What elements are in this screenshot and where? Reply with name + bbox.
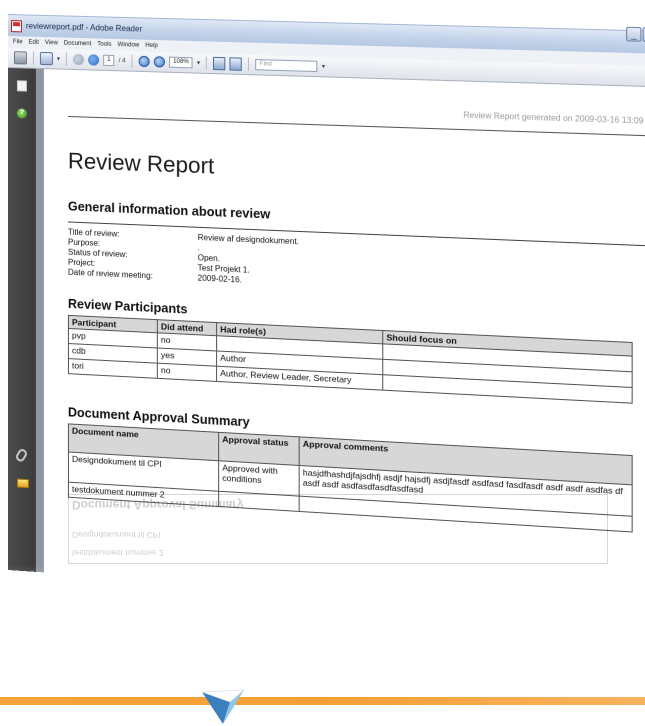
participants-table: Participant Did attend Had role(s) Shoul…: [68, 315, 633, 404]
toolbar-separator: [131, 54, 133, 68]
zoom-out-icon[interactable]: [138, 55, 150, 68]
report-generated-header: Review Report generated on 2009-03-16 13…: [463, 110, 644, 126]
minimize-button[interactable]: _: [626, 26, 642, 42]
menu-help[interactable]: Help: [145, 43, 158, 49]
page-total: / 4: [118, 57, 126, 64]
toolbar-separator: [65, 52, 67, 66]
info-value: 2009-02-16.: [197, 273, 242, 285]
menu-edit[interactable]: Edit: [29, 40, 39, 46]
window-reflection: testdokument nummer 2 Designdokument til…: [8, 470, 645, 570]
fit-page-icon[interactable]: [213, 56, 226, 71]
general-info-heading: General information about review: [67, 199, 271, 222]
find-input[interactable]: Find: [255, 59, 318, 73]
previous-page-icon[interactable]: [72, 53, 85, 66]
table-cell: tori: [68, 358, 158, 379]
window-title: reviewreport.pdf - Adobe Reader: [25, 21, 143, 34]
orange-banner: [0, 697, 645, 705]
fit-width-icon[interactable]: [229, 57, 243, 71]
menu-tools[interactable]: Tools: [97, 41, 111, 47]
reflection-text: testdokument nummer 2: [72, 548, 164, 558]
window-controls: _ □ ×: [626, 26, 645, 43]
info-value: .: [197, 243, 200, 253]
screenshot-stage: reviewreport.pdf - Adobe Reader _ □ × Fi…: [0, 0, 645, 726]
report-title: Review Report: [67, 148, 215, 179]
attachments-icon[interactable]: [14, 447, 29, 464]
company-logo: [201, 689, 245, 724]
next-page-icon[interactable]: [88, 54, 100, 66]
menu-file[interactable]: File: [13, 39, 23, 45]
toolbar-separator: [32, 51, 34, 65]
pdf-file-icon: [10, 19, 22, 32]
help-icon[interactable]: ?: [16, 108, 27, 119]
pages-icon[interactable]: [39, 51, 53, 66]
reflection-text: Document Approval Summary: [72, 498, 244, 512]
participants-heading: Review Participants: [67, 296, 188, 317]
table-cell: no: [157, 363, 217, 382]
page-number-field[interactable]: 1: [103, 54, 115, 67]
menu-window[interactable]: Window: [118, 42, 140, 49]
zoom-in-icon[interactable]: [153, 56, 166, 68]
zoom-field[interactable]: 108%: [169, 56, 193, 69]
pages-panel-icon[interactable]: [16, 80, 27, 92]
general-info-list: Title of review: Review af designdokumen…: [68, 227, 482, 296]
menu-document[interactable]: Document: [64, 41, 91, 48]
chevron-down-icon[interactable]: ▾: [57, 55, 60, 62]
toolbar-separator: [206, 56, 208, 70]
reflection-text: Designdokument til CPI: [72, 530, 161, 540]
menu-view[interactable]: View: [45, 40, 58, 46]
chevron-down-icon[interactable]: ▾: [197, 59, 200, 66]
print-icon[interactable]: [13, 51, 27, 65]
chevron-down-icon[interactable]: ▾: [322, 63, 325, 70]
reflection-fade: [0, 565, 645, 675]
toolbar-separator: [248, 57, 250, 72]
